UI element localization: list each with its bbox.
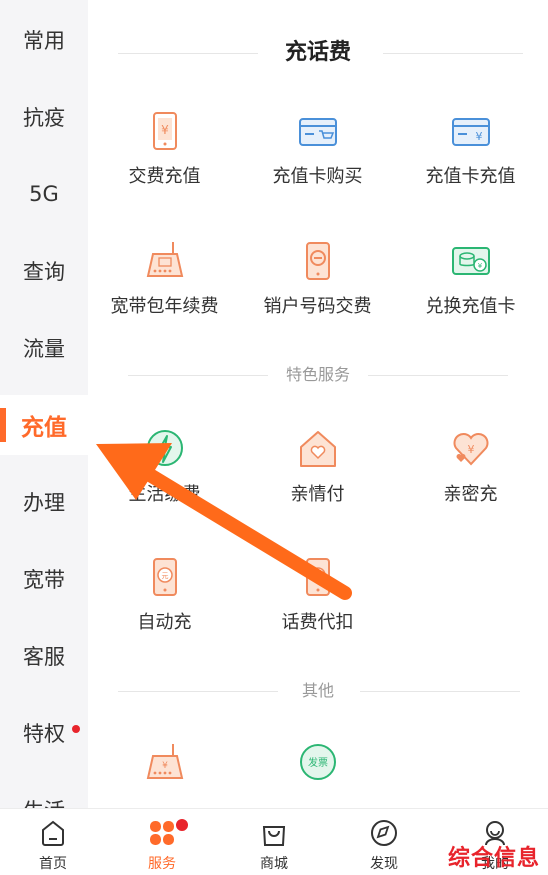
tab-label: 首页 bbox=[39, 856, 67, 872]
tile-broadband-renew[interactable]: 宽带包年续费 bbox=[88, 240, 241, 350]
tile-label: 充值卡购买 bbox=[272, 166, 363, 187]
sidebar-item-label: 办理 bbox=[23, 491, 65, 515]
sidebar-item-label: 查询 bbox=[23, 260, 65, 284]
tab-discover[interactable]: 发现 bbox=[334, 815, 434, 875]
tile-pay-recharge[interactable]: ¥ 交费充值 bbox=[88, 110, 241, 220]
section-header-other: 其他 bbox=[88, 671, 548, 711]
phone-deduct-icon: ¥ bbox=[298, 556, 338, 600]
section-title: 特色服务 bbox=[273, 365, 362, 384]
tile-card-recharge[interactable]: ¥ 充值卡充值 bbox=[394, 110, 547, 220]
sidebar-item-label: 流量 bbox=[23, 337, 65, 361]
sidebar-item-label: 生活 bbox=[23, 795, 65, 808]
tile-label: 亲密充 bbox=[443, 484, 498, 505]
tile-label: 宽带包年续费 bbox=[110, 296, 219, 317]
tile-utility-payment[interactable]: 生活缴费 bbox=[88, 428, 241, 538]
hearts-icon: ¥ bbox=[451, 428, 491, 472]
phone-minus-icon bbox=[298, 240, 338, 284]
tile-auto-recharge[interactable]: 元 自动充 bbox=[88, 556, 241, 666]
section-title: 其他 bbox=[289, 681, 346, 700]
tile-card-purchase[interactable]: 充值卡购买 bbox=[241, 110, 394, 220]
tile-label: 交费充值 bbox=[128, 166, 201, 187]
tile-label: 话费代扣 bbox=[281, 612, 354, 633]
service-clover-icon bbox=[148, 819, 176, 847]
category-sidebar: 常用 抗疫 5G 查询 流量 充值 办理 宽带 客服 特权 生活 bbox=[0, 0, 88, 808]
svg-text:¥: ¥ bbox=[468, 443, 475, 456]
notification-dot bbox=[72, 725, 80, 733]
tile-label: 生活缴费 bbox=[128, 484, 201, 505]
tile-broadband-pay[interactable]: ¥ bbox=[88, 742, 241, 808]
section-header-special: 特色服务 bbox=[88, 355, 548, 395]
svg-text:¥: ¥ bbox=[478, 262, 483, 270]
tab-home[interactable]: 首页 bbox=[3, 815, 103, 875]
phone-yen-icon: ¥ bbox=[145, 110, 185, 154]
section-header-recharge: 充话费 bbox=[88, 33, 548, 73]
tile-invoice[interactable]: 发票 bbox=[241, 742, 394, 808]
card-yen-icon: ¥ bbox=[451, 110, 491, 154]
tile-label: 自动充 bbox=[137, 612, 192, 633]
phone-auto-icon: 元 bbox=[145, 556, 185, 600]
tab-mall[interactable]: 商城 bbox=[224, 815, 324, 875]
sidebar-item-service[interactable]: 客服 bbox=[0, 626, 88, 686]
tile-label: 兑换充值卡 bbox=[425, 296, 516, 317]
sidebar-item-life[interactable]: 生活 bbox=[0, 780, 88, 808]
section-title: 充话费 bbox=[272, 40, 363, 65]
sidebar-item-label: 客服 bbox=[23, 645, 65, 669]
sidebar-item-broadband[interactable]: 宽带 bbox=[0, 549, 88, 609]
tab-label: 发现 bbox=[370, 856, 398, 872]
sidebar-item-label: 抗疫 bbox=[23, 106, 65, 130]
tile-exchange-card[interactable]: ¥ 兑换充值卡 bbox=[394, 240, 547, 350]
sidebar-item-data[interactable]: 流量 bbox=[0, 318, 88, 378]
tile-closed-account-pay[interactable]: 销户号码交费 bbox=[241, 240, 394, 350]
sidebar-item-recharge[interactable]: 充值 bbox=[0, 395, 88, 455]
sidebar-item-5g[interactable]: 5G bbox=[0, 164, 88, 224]
tile-bill-deduction[interactable]: ¥ 话费代扣 bbox=[241, 556, 394, 666]
notification-dot bbox=[174, 817, 190, 833]
service-content: 充话费 ¥ 交费充值 充值卡购买 ¥ 充值卡充值 宽带包年续费 销户号码交费 ¥ bbox=[88, 0, 548, 808]
svg-text:¥: ¥ bbox=[162, 761, 168, 771]
svg-text:¥: ¥ bbox=[315, 571, 320, 580]
tile-family-pay[interactable]: 亲情付 bbox=[241, 428, 394, 538]
tile-label: 充值卡充值 bbox=[425, 166, 516, 187]
sidebar-item-privilege[interactable]: 特权 bbox=[0, 703, 88, 763]
shopping-bag-icon bbox=[260, 819, 288, 847]
sidebar-item-antiepidemic[interactable]: 抗疫 bbox=[0, 87, 88, 147]
sidebar-item-common[interactable]: 常用 bbox=[0, 10, 88, 70]
active-indicator bbox=[0, 408, 6, 442]
home-icon bbox=[39, 819, 67, 847]
sidebar-item-label: 常用 bbox=[23, 29, 65, 53]
invoice-badge-icon: 发票 bbox=[298, 742, 338, 786]
router-yen-icon: ¥ bbox=[145, 742, 185, 786]
invoice-badge-text: 发票 bbox=[308, 756, 328, 769]
tile-label: 亲情付 bbox=[290, 484, 345, 505]
sidebar-item-label: 特权 bbox=[23, 722, 65, 746]
tile-intimate-recharge[interactable]: ¥ 亲密充 bbox=[394, 428, 547, 538]
tile-label: 销户号码交费 bbox=[263, 296, 372, 317]
svg-text:¥: ¥ bbox=[476, 130, 483, 143]
tab-label: 商城 bbox=[260, 856, 288, 872]
tab-label: 服务 bbox=[148, 856, 176, 872]
sidebar-item-label: 宽带 bbox=[23, 568, 65, 592]
svg-text:元: 元 bbox=[162, 572, 169, 580]
compass-icon bbox=[370, 819, 398, 847]
sidebar-item-handle[interactable]: 办理 bbox=[0, 472, 88, 532]
sidebar-item-label: 5G bbox=[29, 182, 59, 206]
house-heart-icon bbox=[298, 428, 338, 472]
watermark-text: 综合信息 bbox=[447, 846, 540, 871]
tab-services[interactable]: 服务 bbox=[112, 815, 212, 875]
card-exchange-icon: ¥ bbox=[451, 240, 491, 284]
card-cart-icon bbox=[298, 110, 338, 154]
svg-text:¥: ¥ bbox=[161, 123, 169, 137]
lightning-icon bbox=[145, 428, 185, 472]
sidebar-item-label: 充值 bbox=[21, 415, 67, 441]
sidebar-item-query[interactable]: 查询 bbox=[0, 241, 88, 301]
router-icon bbox=[145, 240, 185, 284]
